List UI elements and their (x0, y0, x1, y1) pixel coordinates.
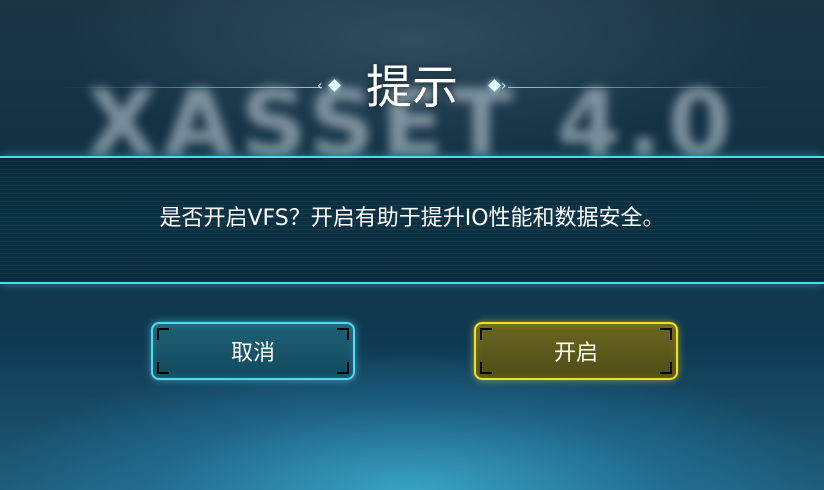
corner-decoration (660, 362, 672, 374)
corner-decoration (337, 328, 349, 340)
title-right-line (508, 87, 770, 88)
enable-button-label: 开启 (553, 341, 598, 366)
chevron-right-icon: › (501, 78, 507, 94)
dialog-title-bar: ‹ 提示 › (0, 50, 824, 120)
corner-decoration (480, 362, 492, 374)
cancel-button-label: 取消 (230, 341, 275, 366)
corner-decoration (660, 328, 672, 340)
enable-button[interactable]: 开启 (474, 322, 678, 380)
corner-decoration (480, 328, 492, 340)
corner-decoration (337, 362, 349, 374)
message-banner: 是否开启VFS？开启有助于提升IO性能和数据安全。 (0, 156, 824, 284)
corner-decoration (157, 362, 169, 374)
cancel-button[interactable]: 取消 (151, 322, 355, 380)
dialog-message: 是否开启VFS？开启有助于提升IO性能和数据安全。 (159, 206, 665, 231)
corner-decoration (157, 328, 169, 340)
